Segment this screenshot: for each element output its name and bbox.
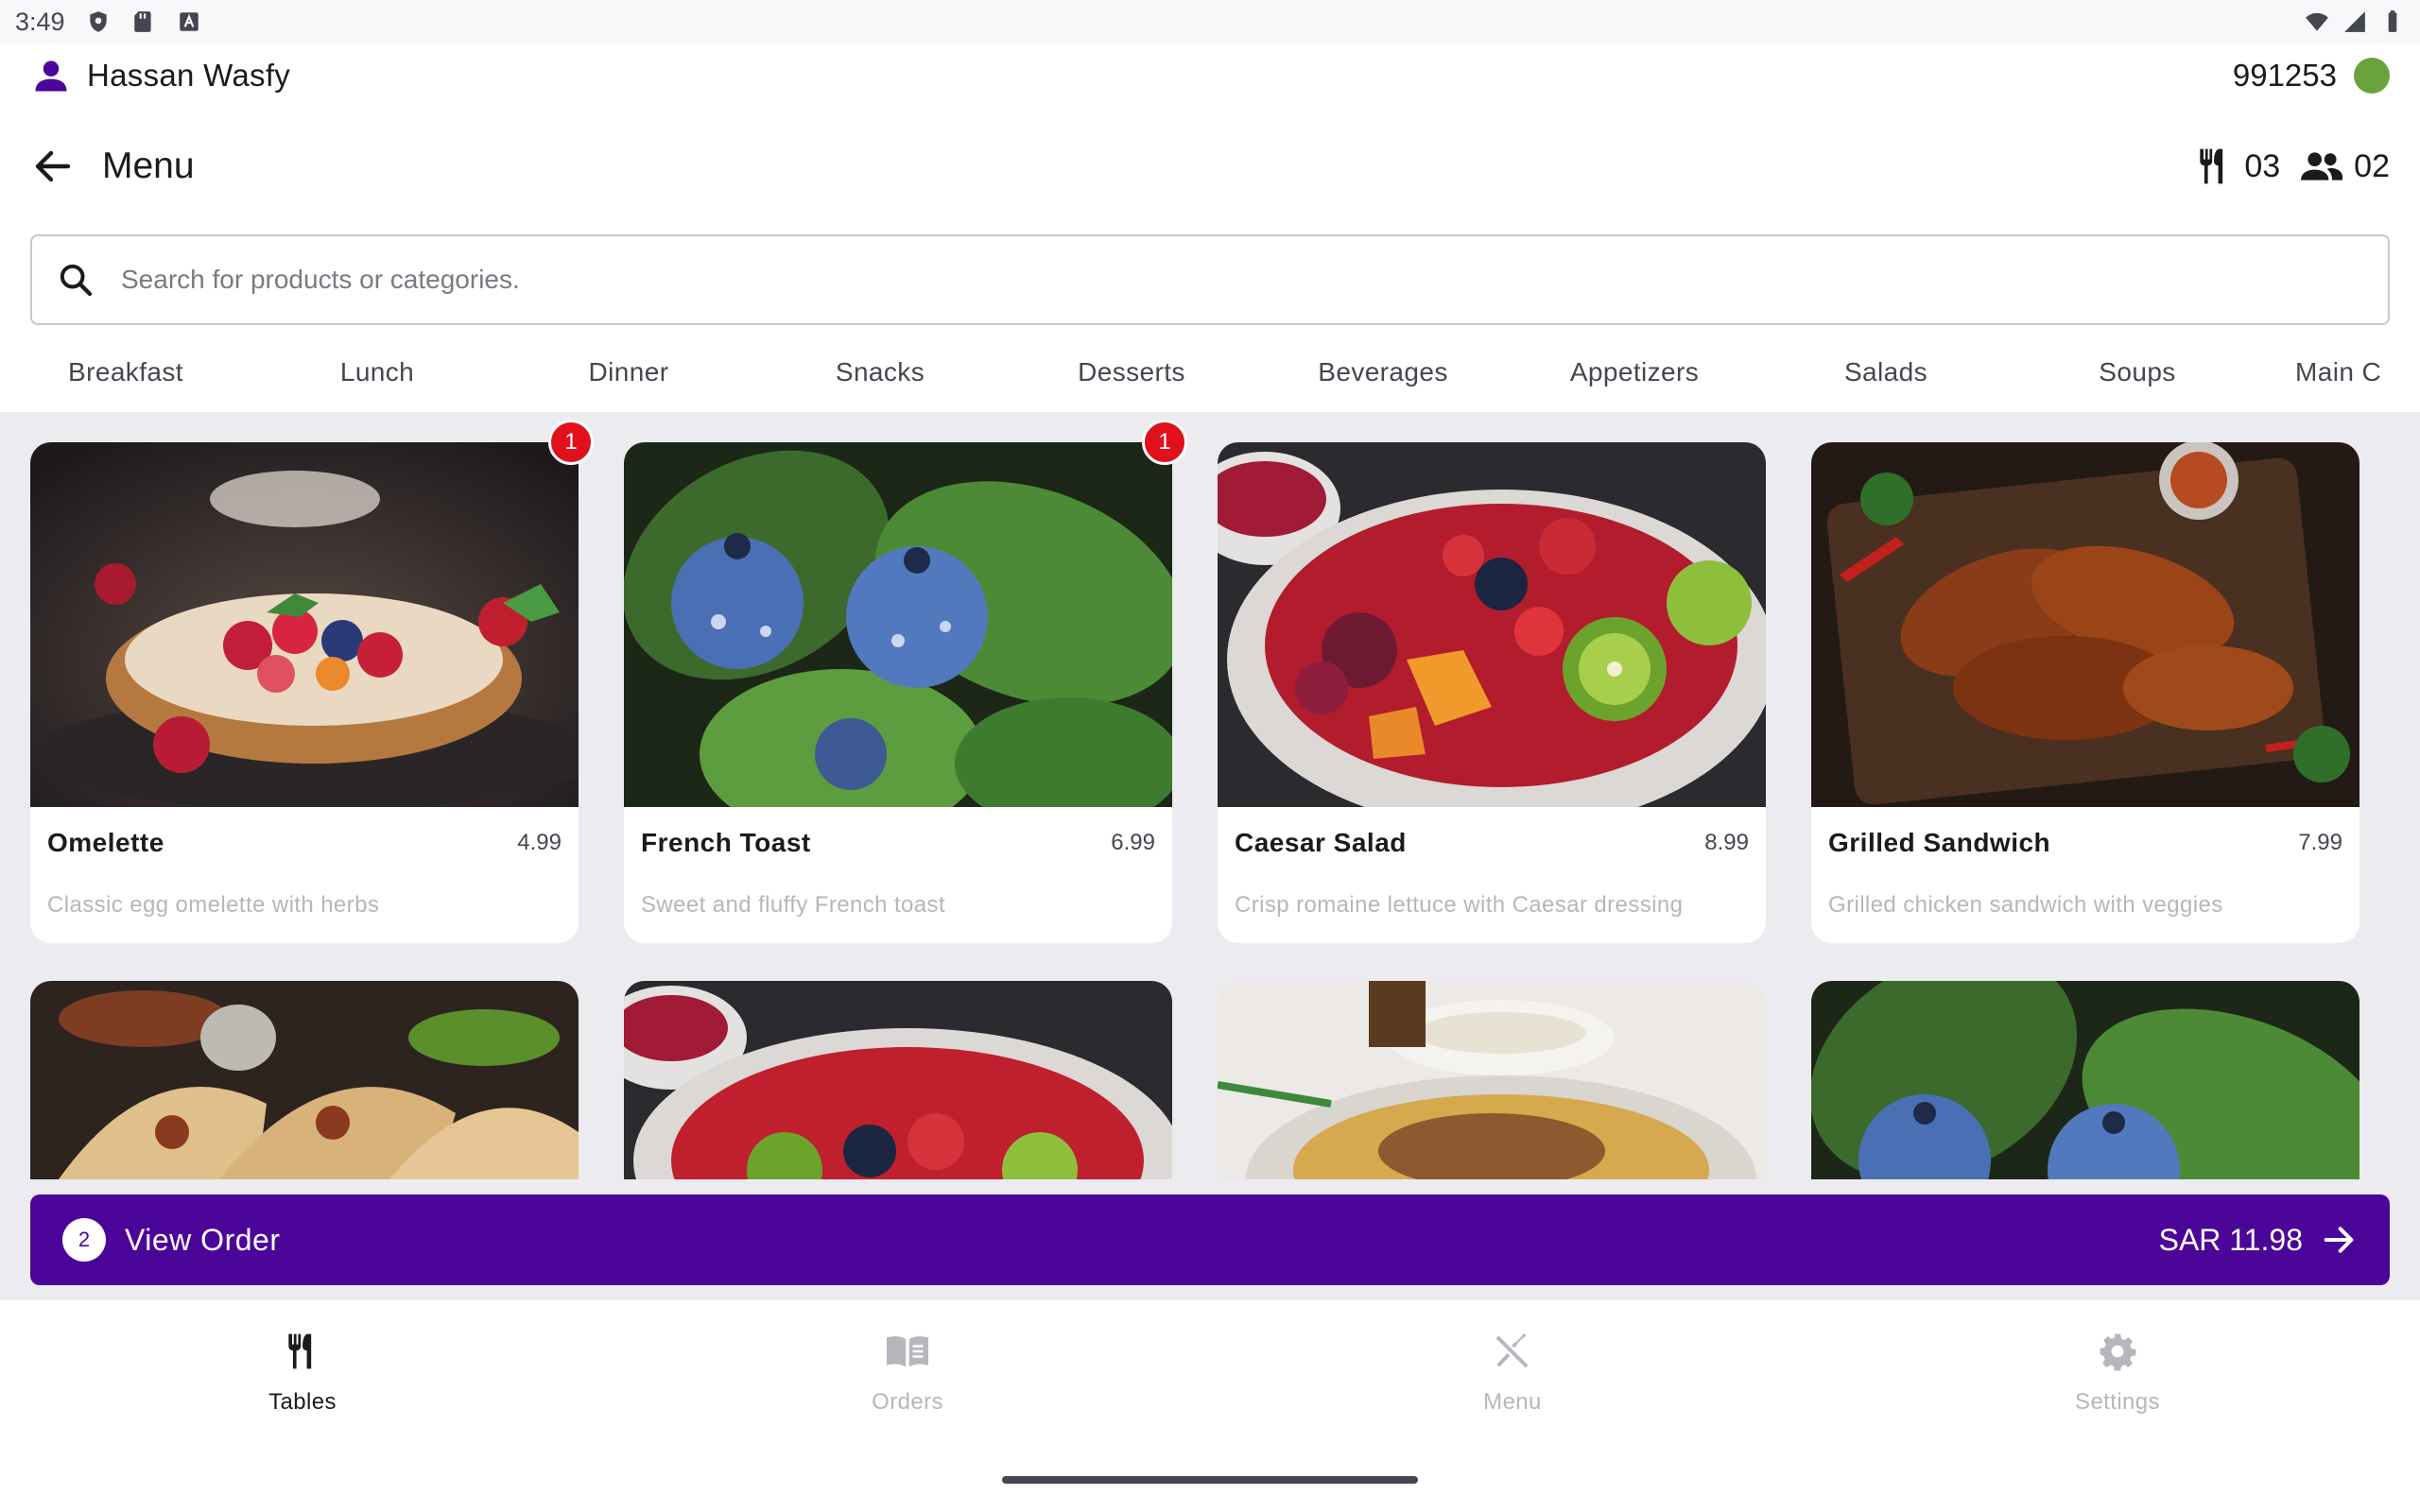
- signal-icon: [2344, 11, 2365, 32]
- product-name: Grilled Sandwich: [1828, 828, 2051, 857]
- wifi-icon: [2306, 12, 2328, 31]
- search-icon: [60, 264, 93, 297]
- category-tab-lunch[interactable]: Lunch: [251, 357, 503, 387]
- a-box-icon: [179, 12, 199, 31]
- product-grid: 1 Omelette 4.99 Classic egg omelette wit…: [0, 412, 2420, 1300]
- product-name: French Toast: [641, 828, 811, 857]
- product-card-fruit-platter[interactable]: [624, 981, 1172, 1179]
- category-tab-beverages[interactable]: Beverages: [1257, 357, 1509, 387]
- status-bar: 3:49: [0, 0, 2420, 43]
- category-tab-salads[interactable]: Salads: [1760, 357, 2012, 387]
- nav-item-settings[interactable]: Settings: [1815, 1300, 2420, 1512]
- category-tab-dinner[interactable]: Dinner: [503, 357, 754, 387]
- search-input[interactable]: [121, 265, 2295, 295]
- category-tab-breakfast[interactable]: Breakfast: [0, 357, 251, 387]
- product-price: 7.99: [2298, 830, 2342, 855]
- arrow-right-icon: [2324, 1227, 2354, 1253]
- category-tabs: Breakfast Lunch Dinner Snacks Desserts B…: [0, 336, 2420, 408]
- table-count: 03: [2244, 147, 2281, 184]
- product-card-tacos[interactable]: [30, 981, 579, 1179]
- book-icon: [887, 1336, 928, 1367]
- view-order-label: View Order: [125, 1222, 281, 1257]
- device-id: 991253: [2232, 58, 2337, 93]
- crossed-utensils-icon: [1495, 1332, 1529, 1368]
- home-indicator[interactable]: [1002, 1476, 1418, 1484]
- category-tab-soups[interactable]: Soups: [2012, 357, 2263, 387]
- product-price: 6.99: [1111, 830, 1155, 855]
- utensils-icon: [2200, 148, 2223, 184]
- product-image: [1811, 981, 2360, 1179]
- guest-count: 02: [2354, 147, 2390, 184]
- order-total-group: SAR 11.98: [2159, 1221, 2358, 1259]
- product-description: Sweet and fluffy French toast: [641, 892, 945, 918]
- utensils-icon: [288, 1333, 312, 1369]
- back-arrow-icon[interactable]: [30, 144, 76, 189]
- shield-icon: [89, 11, 107, 32]
- product-name: Caesar Salad: [1235, 828, 1407, 857]
- product-price: 8.99: [1704, 830, 1749, 855]
- nav-item-tables[interactable]: Tables: [0, 1300, 605, 1512]
- category-tab-desserts[interactable]: Desserts: [1006, 357, 1257, 387]
- nav-label: Settings: [2075, 1389, 2160, 1415]
- product-card-french-toast[interactable]: 1 French Toast 6.99 Sweet and fluffy Fre…: [624, 420, 1187, 943]
- product-image: [1218, 442, 1766, 807]
- quantity-badge: 1: [548, 420, 594, 465]
- people-icon: [2301, 152, 2343, 180]
- page-title: Menu: [102, 146, 195, 186]
- search-box[interactable]: [30, 234, 2390, 325]
- product-card-grilled-sandwich[interactable]: Grilled Sandwich 7.99 Grilled chicken sa…: [1811, 442, 2360, 943]
- gear-icon: [2100, 1333, 2136, 1371]
- product-card-caesar-salad[interactable]: Caesar Salad 8.99 Crisp romaine lettuce …: [1218, 442, 1766, 943]
- order-item-count: 2: [62, 1218, 106, 1262]
- nav-label: Tables: [268, 1389, 337, 1415]
- table-counters: 03 02: [2193, 146, 2390, 187]
- product-card-omelette[interactable]: 1 Omelette 4.99 Classic egg omelette wit…: [30, 420, 594, 943]
- user-row: Hassan Wasfy 991253: [0, 45, 2420, 106]
- online-status-dot: [2354, 58, 2390, 94]
- order-total: SAR 11.98: [2158, 1222, 2303, 1257]
- product-image: [1218, 981, 1766, 1179]
- product-card-blueberry[interactable]: [1811, 981, 2360, 1179]
- sd-card-icon: [133, 11, 151, 32]
- product-description: Grilled chicken sandwich with veggies: [1828, 892, 2223, 918]
- category-tab-main-course[interactable]: Main C: [2263, 357, 2420, 387]
- category-tab-appetizers[interactable]: Appetizers: [1509, 357, 1760, 387]
- product-image: [30, 981, 579, 1179]
- person-icon: [35, 60, 67, 92]
- product-card-pasta[interactable]: [1218, 981, 1766, 1179]
- view-order-button[interactable]: 2 View Order SAR 11.98: [30, 1194, 2390, 1285]
- status-time: 3:49: [15, 7, 65, 36]
- battery-icon: [2388, 10, 2397, 32]
- product-image: [1811, 442, 2360, 807]
- user-name: Hassan Wasfy: [87, 58, 291, 93]
- product-price: 4.99: [517, 830, 562, 855]
- product-image: [30, 442, 579, 807]
- device-status: 991253: [2233, 58, 2390, 94]
- quantity-badge: 1: [1142, 420, 1187, 465]
- nav-label: Menu: [1483, 1389, 1542, 1415]
- category-tab-snacks[interactable]: Snacks: [754, 357, 1006, 387]
- title-row: Menu 03 02: [0, 132, 2420, 200]
- product-description: Classic egg omelette with herbs: [47, 892, 380, 918]
- product-description: Crisp romaine lettuce with Caesar dressi…: [1235, 892, 1684, 918]
- product-name: Omelette: [47, 828, 164, 857]
- product-image: [624, 442, 1172, 807]
- nav-label: Orders: [872, 1389, 943, 1415]
- product-image: [624, 981, 1172, 1179]
